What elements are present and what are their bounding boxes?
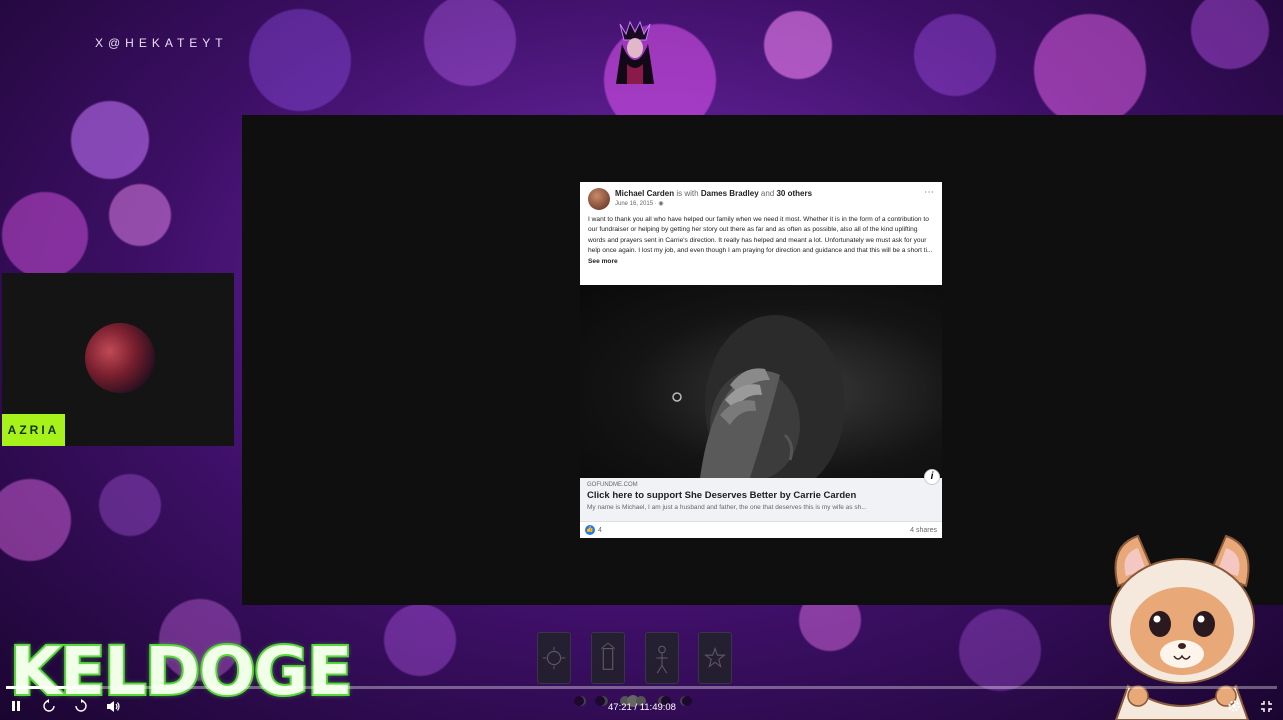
tarot-card-sun (537, 632, 571, 684)
link-description: My name is Michael, I am just a husband … (587, 504, 867, 511)
post-author-avatar[interactable] (588, 188, 610, 210)
post-author[interactable]: Michael Carden (615, 189, 674, 198)
share-count[interactable]: 4 shares (910, 527, 937, 534)
fox-mascot-overlay (1098, 526, 1266, 720)
info-icon[interactable]: i (924, 469, 940, 485)
settings-icon[interactable] (1226, 698, 1242, 714)
see-more-link[interactable]: See more (588, 258, 618, 265)
volume-icon[interactable] (105, 698, 121, 714)
post-others[interactable]: 30 others (776, 189, 812, 198)
pause-icon[interactable] (8, 698, 24, 714)
post-photo[interactable] (580, 285, 942, 478)
streamer-avatar (85, 323, 155, 393)
rewind-10-icon[interactable] (41, 698, 57, 714)
seek-bar-progress (6, 686, 92, 689)
link-preview[interactable]: GOFUNDME.COM Click here to support She D… (580, 478, 942, 521)
reaction-bar: 👍 4 4 shares (580, 521, 942, 538)
link-title[interactable]: Click here to support She Deserves Bette… (587, 490, 935, 501)
player-controls: 47:21 / 11:49:08 (0, 694, 1283, 720)
seek-bar[interactable] (6, 686, 1277, 689)
reaction-count[interactable]: 4 (598, 527, 602, 534)
link-domain: GOFUNDME.COM (587, 482, 638, 488)
forward-10-icon[interactable] (73, 698, 89, 714)
facebook-post-card: Michael Carden is with Dames Bradley and… (580, 182, 942, 285)
post-meta: Michael Carden is with Dames Bradley and… (615, 188, 919, 210)
gothic-figure-logo (612, 14, 658, 88)
post-body: I want to thank you all who have helped … (588, 215, 934, 267)
tarot-card-figure (645, 632, 679, 684)
post-and-text: and (760, 189, 775, 198)
post-tagged-person[interactable]: Dames Bradley (701, 189, 759, 198)
social-handle: X@HEKATEYT (95, 36, 228, 50)
post-with-text: is with (676, 189, 699, 198)
tarot-card-tower (591, 632, 625, 684)
post-body-text: I want to thank you all who have helped … (588, 216, 933, 255)
globe-icon: ◉ (658, 201, 664, 207)
exit-fullscreen-icon[interactable] (1258, 698, 1274, 714)
post-date[interactable]: June 16, 2015 · (615, 201, 657, 207)
like-icon[interactable]: 👍 (585, 525, 595, 535)
streamer-name-tag: AZRIA (2, 414, 65, 446)
more-options-icon[interactable]: ⋯ (924, 188, 934, 198)
tarot-card-star (698, 632, 732, 684)
time-readout: 47:21 / 11:49:08 (608, 702, 676, 713)
